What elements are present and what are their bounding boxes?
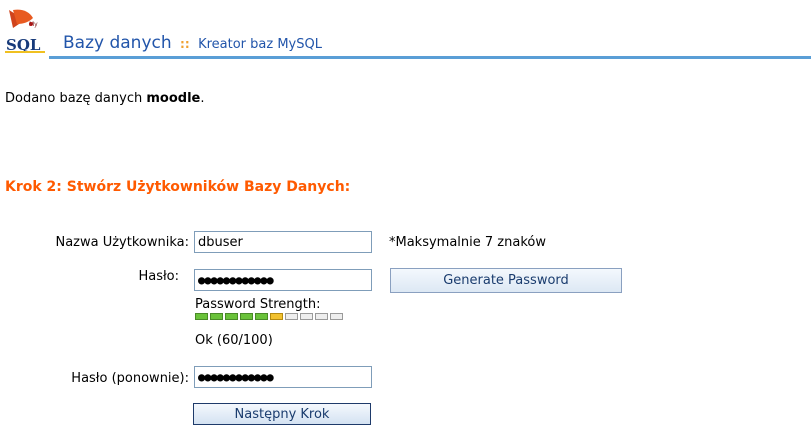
status-message: Dodano bazę danych moodle. — [5, 91, 205, 106]
svg-text:My: My — [29, 21, 38, 28]
header-divider — [49, 56, 811, 59]
password-input[interactable] — [194, 269, 372, 291]
strength-segment — [315, 313, 328, 320]
strength-segment — [255, 313, 268, 320]
status-prefix: Dodano bazę danych — [5, 91, 147, 106]
strength-segment — [300, 313, 313, 320]
username-hint: *Maksymalnie 7 znaków — [389, 235, 546, 250]
breadcrumb-separator: :: — [180, 37, 190, 51]
strength-segment — [225, 313, 238, 320]
username-label: Nazwa Użytkownika: — [55, 235, 189, 250]
next-step-button[interactable]: Następny Krok — [193, 403, 371, 425]
strength-segment — [210, 313, 223, 320]
strength-segment — [270, 313, 283, 320]
password-confirm-input[interactable] — [194, 366, 372, 388]
strength-segment — [195, 313, 208, 320]
password-strength-label: Password Strength: — [195, 297, 321, 312]
mysql-logo-icon: My SQL — [3, 6, 49, 56]
strength-segment — [285, 313, 298, 320]
strength-segment — [240, 313, 253, 320]
password-strength-value: Ok (60/100) — [195, 333, 273, 348]
username-input[interactable] — [194, 231, 372, 253]
password-confirm-label: Hasło (ponownie): — [71, 371, 189, 386]
section-subtitle: Kreator baz MySQL — [198, 37, 322, 52]
status-suffix: . — [200, 91, 205, 106]
generate-password-button[interactable]: Generate Password — [390, 268, 622, 293]
database-name: moodle — [146, 91, 201, 106]
page-title: Bazy danych :: Kreator baz MySQL — [63, 33, 322, 53]
strength-segment — [330, 313, 343, 320]
password-strength-meter — [195, 313, 343, 320]
password-label: Hasło: — [138, 269, 179, 284]
section-title: Bazy danych — [63, 33, 172, 53]
step-title: Krok 2: Stwórz Użytkowników Bazy Danych: — [5, 179, 351, 195]
page: My SQL Bazy danych :: Kreator baz MySQL … — [0, 0, 811, 425]
